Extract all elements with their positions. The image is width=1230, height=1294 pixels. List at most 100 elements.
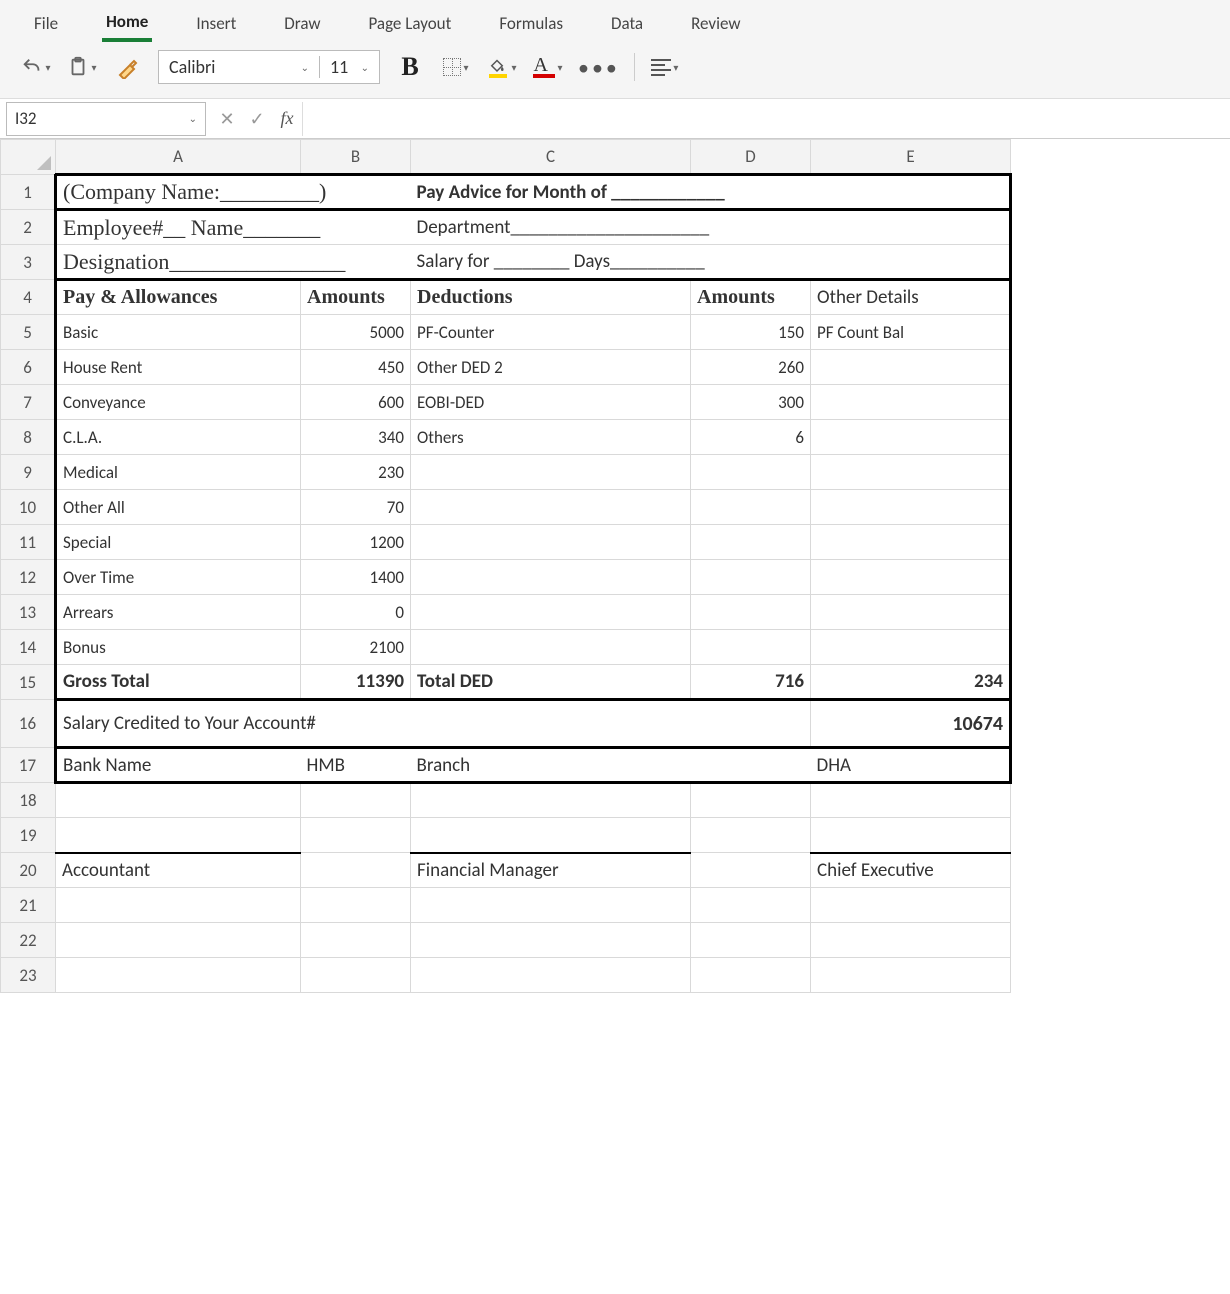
cell[interactable]: [811, 783, 1011, 818]
row-header[interactable]: 3: [1, 245, 56, 280]
cell[interactable]: [691, 853, 811, 888]
fx-button[interactable]: fx: [272, 108, 302, 129]
cancel-formula-button[interactable]: ✕: [212, 108, 242, 130]
row-header[interactable]: 6: [1, 350, 56, 385]
row-header[interactable]: 11: [1, 525, 56, 560]
cell[interactable]: 6: [691, 420, 811, 455]
cell[interactable]: [56, 818, 301, 853]
cell[interactable]: Chief Executive: [811, 853, 1011, 888]
cell[interactable]: [411, 958, 691, 993]
cell[interactable]: 70: [301, 490, 411, 525]
cell[interactable]: 2100: [301, 630, 411, 665]
cell[interactable]: Salary for ________ Days__________: [411, 245, 1011, 280]
cell[interactable]: Branch: [411, 748, 691, 783]
cell[interactable]: [691, 630, 811, 665]
cell[interactable]: [301, 853, 411, 888]
undo-button[interactable]: ▾: [20, 51, 52, 83]
cell[interactable]: [411, 888, 691, 923]
cell[interactable]: [691, 595, 811, 630]
cell[interactable]: [691, 888, 811, 923]
cell[interactable]: Basic: [56, 315, 301, 350]
cell[interactable]: [411, 525, 691, 560]
cell[interactable]: Medical: [56, 455, 301, 490]
accept-formula-button[interactable]: ✓: [242, 108, 272, 130]
cell[interactable]: [411, 783, 691, 818]
cell[interactable]: [811, 630, 1011, 665]
tab-data[interactable]: Data: [607, 5, 647, 40]
cell[interactable]: Conveyance: [56, 385, 301, 420]
cell[interactable]: [411, 595, 691, 630]
cell[interactable]: 230: [301, 455, 411, 490]
cell[interactable]: [301, 783, 411, 818]
row-header[interactable]: 20: [1, 853, 56, 888]
cell[interactable]: [411, 818, 691, 853]
row-header[interactable]: 19: [1, 818, 56, 853]
cell[interactable]: HMB: [301, 748, 411, 783]
cell[interactable]: [56, 958, 301, 993]
cell[interactable]: Department_____________________: [411, 210, 1011, 245]
cell[interactable]: Pay & Allowances: [56, 280, 301, 315]
cell[interactable]: [411, 490, 691, 525]
tab-file[interactable]: File: [30, 5, 62, 40]
more-button[interactable]: •••: [578, 51, 620, 83]
cell[interactable]: Financial Manager: [411, 853, 691, 888]
cell[interactable]: Other All: [56, 490, 301, 525]
cell[interactable]: Salary Credited to Your Account#: [56, 700, 811, 748]
row-header[interactable]: 14: [1, 630, 56, 665]
row-header[interactable]: 2: [1, 210, 56, 245]
cell[interactable]: 150: [691, 315, 811, 350]
cell[interactable]: [811, 385, 1011, 420]
tab-home[interactable]: Home: [102, 3, 152, 42]
row-header[interactable]: 18: [1, 783, 56, 818]
row-header[interactable]: 7: [1, 385, 56, 420]
cell[interactable]: 234: [811, 665, 1011, 700]
cell[interactable]: [691, 525, 811, 560]
cell[interactable]: Other DED 2: [411, 350, 691, 385]
cell[interactable]: [691, 923, 811, 958]
name-box[interactable]: I32 ⌄: [6, 102, 206, 136]
row-header[interactable]: 23: [1, 958, 56, 993]
cell[interactable]: [301, 818, 411, 853]
cell[interactable]: [411, 560, 691, 595]
row-header[interactable]: 8: [1, 420, 56, 455]
cell[interactable]: [301, 923, 411, 958]
cell[interactable]: 300: [691, 385, 811, 420]
bold-button[interactable]: B: [394, 51, 426, 83]
cell[interactable]: 5000: [301, 315, 411, 350]
cell[interactable]: [411, 455, 691, 490]
tab-insert[interactable]: Insert: [192, 5, 240, 40]
cell[interactable]: [301, 888, 411, 923]
col-header-c[interactable]: C: [411, 140, 691, 175]
cell[interactable]: Amounts: [301, 280, 411, 315]
cell[interactable]: Employee#__ Name_______: [56, 210, 411, 245]
cell[interactable]: [691, 560, 811, 595]
select-all-corner[interactable]: [1, 140, 56, 175]
cell[interactable]: [811, 818, 1011, 853]
cell[interactable]: C.L.A.: [56, 420, 301, 455]
cell[interactable]: [811, 350, 1011, 385]
row-header[interactable]: 16: [1, 700, 56, 748]
cell[interactable]: [811, 420, 1011, 455]
row-header[interactable]: 9: [1, 455, 56, 490]
row-header[interactable]: 22: [1, 923, 56, 958]
cell[interactable]: [301, 958, 411, 993]
cell[interactable]: Others: [411, 420, 691, 455]
row-header[interactable]: 5: [1, 315, 56, 350]
tab-review[interactable]: Review: [687, 5, 744, 40]
cell[interactable]: 0: [301, 595, 411, 630]
cell[interactable]: 260: [691, 350, 811, 385]
col-header-b[interactable]: B: [301, 140, 411, 175]
tab-draw[interactable]: Draw: [280, 5, 324, 40]
cell[interactable]: [811, 923, 1011, 958]
cell[interactable]: [691, 490, 811, 525]
tab-formulas[interactable]: Formulas: [495, 5, 567, 40]
fill-color-button[interactable]: ▾: [486, 51, 518, 83]
cell[interactable]: [56, 783, 301, 818]
cell[interactable]: Arrears: [56, 595, 301, 630]
cell[interactable]: [411, 630, 691, 665]
col-header-d[interactable]: D: [691, 140, 811, 175]
cell[interactable]: 340: [301, 420, 411, 455]
row-header[interactable]: 10: [1, 490, 56, 525]
cell[interactable]: Accountant: [56, 853, 301, 888]
cell[interactable]: Bonus: [56, 630, 301, 665]
